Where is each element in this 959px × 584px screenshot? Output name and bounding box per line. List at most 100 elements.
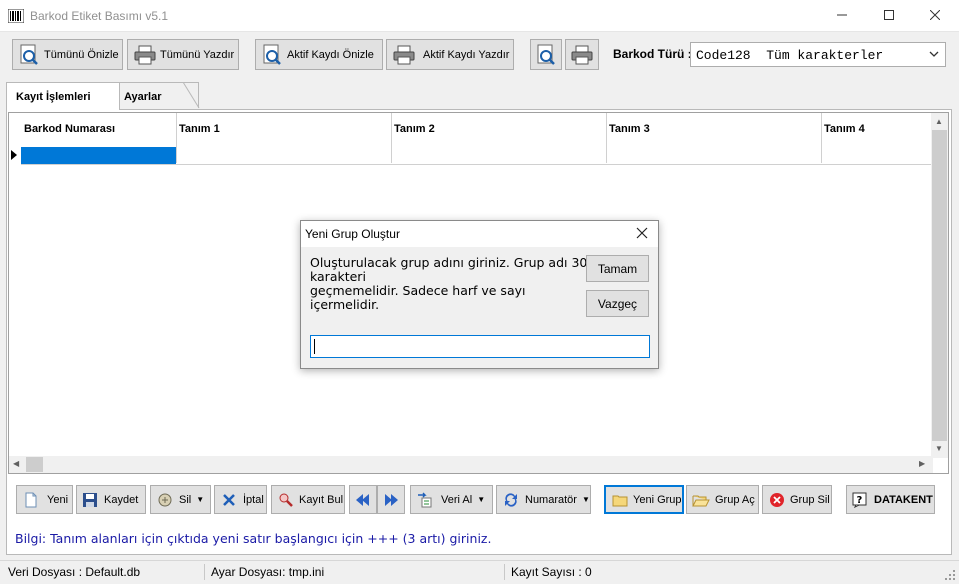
vertical-scroll-thumb[interactable]	[932, 130, 947, 441]
preview-active-button[interactable]: Aktif Kaydı Önizle	[255, 39, 383, 70]
dialog-message-line: içermelidir.	[310, 297, 380, 312]
horizontal-scrollbar[interactable]: ◀ ▶	[9, 456, 933, 473]
delete-circle-icon	[770, 492, 784, 507]
svg-text:?: ?	[857, 495, 863, 506]
folder-icon	[612, 495, 628, 506]
previous-record-button[interactable]	[349, 485, 377, 514]
dropdown-arrow-icon: ▼	[477, 495, 486, 504]
column-header-desc3[interactable]: Tanım 3	[606, 113, 822, 163]
preview-button[interactable]	[530, 39, 562, 70]
info-text: Bilgi: Tanım alanları için çıktıda yeni …	[15, 531, 492, 546]
scroll-down-icon[interactable]: ▼	[935, 444, 943, 453]
print-preview-icon	[263, 44, 281, 65]
delete-group-button[interactable]: Grup Sil	[762, 485, 832, 514]
cycle-icon	[505, 492, 517, 507]
barcode-type-label: Barkod Türü :	[613, 47, 692, 61]
arrow-right-icon	[385, 493, 398, 506]
floppy-disk-icon	[83, 492, 97, 507]
datakent-button[interactable]: ? DATAKENT	[846, 485, 935, 514]
import-data-label: Veri Al	[441, 493, 473, 506]
save-label: Kaydet	[104, 493, 139, 506]
column-header-desc4[interactable]: Tanım 4	[821, 113, 933, 163]
eraser-icon	[158, 493, 172, 506]
save-button[interactable]: Kaydet	[76, 485, 146, 514]
row-divider	[21, 164, 933, 165]
status-record-count: Kayıt Sayısı : 0	[511, 565, 592, 579]
vertical-scrollbar[interactable]: ▲ ▼	[931, 113, 948, 458]
delete-label: Sil	[179, 493, 192, 506]
numerator-label: Numaratör	[525, 493, 577, 506]
barcode-app-icon	[8, 9, 24, 23]
tab-records-label: Kayıt İşlemleri	[16, 91, 91, 103]
print-preview-icon	[20, 44, 38, 65]
current-row-indicator	[11, 150, 17, 160]
scroll-right-icon[interactable]: ▶	[919, 459, 925, 468]
import-data-button[interactable]: Veri Al ▼	[410, 485, 493, 514]
scroll-up-icon[interactable]: ▲	[935, 117, 943, 126]
resize-grip-icon[interactable]	[944, 569, 956, 581]
chevron-down-icon	[929, 51, 939, 57]
new-button[interactable]: Yeni	[16, 485, 73, 514]
tab-records[interactable]: Kayıt İşlemleri	[6, 82, 120, 110]
new-document-icon	[25, 492, 37, 507]
dropdown-arrow-icon: ▼	[581, 495, 590, 504]
find-record-button[interactable]: Kayıt Bul	[271, 485, 345, 514]
print-all-label: Tümünü Yazdır	[160, 48, 235, 61]
maximize-icon	[884, 10, 894, 20]
print-all-button[interactable]: Tümünü Yazdır	[127, 39, 239, 70]
printer-icon	[134, 45, 156, 64]
minimize-button[interactable]	[819, 0, 865, 30]
print-active-button[interactable]: Aktif Kaydı Yazdır	[386, 39, 514, 70]
numerator-button[interactable]: Numaratör ▼	[496, 485, 591, 514]
status-separator	[504, 564, 505, 580]
cancel-action-button[interactable]: İptal	[214, 485, 267, 514]
barcode-type-value: Code128 Tüm karakterler	[696, 48, 884, 63]
tab-settings-label: Ayarlar	[124, 91, 162, 103]
new-group-dialog: Yeni Grup Oluştur Oluşturulacak grup adı…	[300, 220, 659, 369]
window-title: Barkod Etiket Basımı v5.1	[30, 9, 169, 23]
delete-button[interactable]: Sil ▼	[150, 485, 211, 514]
barcode-type-select[interactable]: Code128 Tüm karakterler	[690, 42, 946, 67]
printer-icon	[571, 45, 593, 64]
print-active-label: Aktif Kaydı Yazdır	[423, 48, 510, 61]
print-button[interactable]	[565, 39, 599, 70]
cancel-button[interactable]: Vazgeç	[586, 290, 649, 317]
new-group-label: Yeni Grup	[633, 493, 682, 506]
text-caret	[314, 339, 315, 354]
find-record-label: Kayıt Bul	[299, 493, 344, 506]
close-icon[interactable]	[635, 226, 649, 240]
new-label: Yeni	[47, 493, 69, 506]
column-header-desc1[interactable]: Tanım 1	[176, 113, 392, 163]
status-bar: Veri Dosyası : Default.db Ayar Dosyası: …	[0, 560, 959, 584]
preview-all-label: Tümünü Önizle	[44, 48, 119, 61]
selected-cell[interactable]	[21, 147, 176, 164]
title-bar: Barkod Etiket Basımı v5.1	[0, 0, 959, 32]
next-record-button[interactable]	[377, 485, 405, 514]
horizontal-scroll-thumb[interactable]	[26, 457, 43, 472]
scroll-left-icon[interactable]: ◀	[13, 459, 19, 468]
dropdown-arrow-icon: ▼	[196, 495, 205, 504]
tab-settings[interactable]: Ayarlar	[113, 82, 200, 109]
dialog-title: Yeni Grup Oluştur	[305, 227, 400, 241]
column-header-desc2[interactable]: Tanım 2	[391, 113, 607, 163]
tab-slant-decoration	[183, 82, 200, 109]
delete-group-label: Grup Sil	[790, 493, 830, 506]
help-icon: ?	[852, 492, 867, 508]
status-settings-file: Ayar Dosyası: tmp.ini	[211, 565, 325, 579]
status-separator	[204, 564, 205, 580]
datakent-label: DATAKENT	[874, 493, 933, 506]
maximize-button[interactable]	[866, 0, 912, 30]
ok-button[interactable]: Tamam	[586, 255, 649, 282]
open-group-label: Grup Aç	[715, 493, 755, 506]
dialog-message-line: geçmemelidir. Sadece harf ve sayı	[310, 283, 526, 298]
import-icon	[418, 492, 432, 507]
dialog-header: Yeni Grup Oluştur	[301, 221, 658, 247]
close-button[interactable]	[912, 0, 958, 30]
open-group-button[interactable]: Grup Aç	[686, 485, 759, 514]
group-name-input[interactable]	[310, 335, 650, 358]
new-group-button[interactable]: Yeni Grup	[604, 485, 684, 514]
printer-icon	[393, 45, 415, 64]
status-data-file: Veri Dosyası : Default.db	[8, 565, 141, 579]
preview-active-label: Aktif Kaydı Önizle	[287, 48, 374, 61]
preview-all-button[interactable]: Tümünü Önizle	[12, 39, 123, 70]
